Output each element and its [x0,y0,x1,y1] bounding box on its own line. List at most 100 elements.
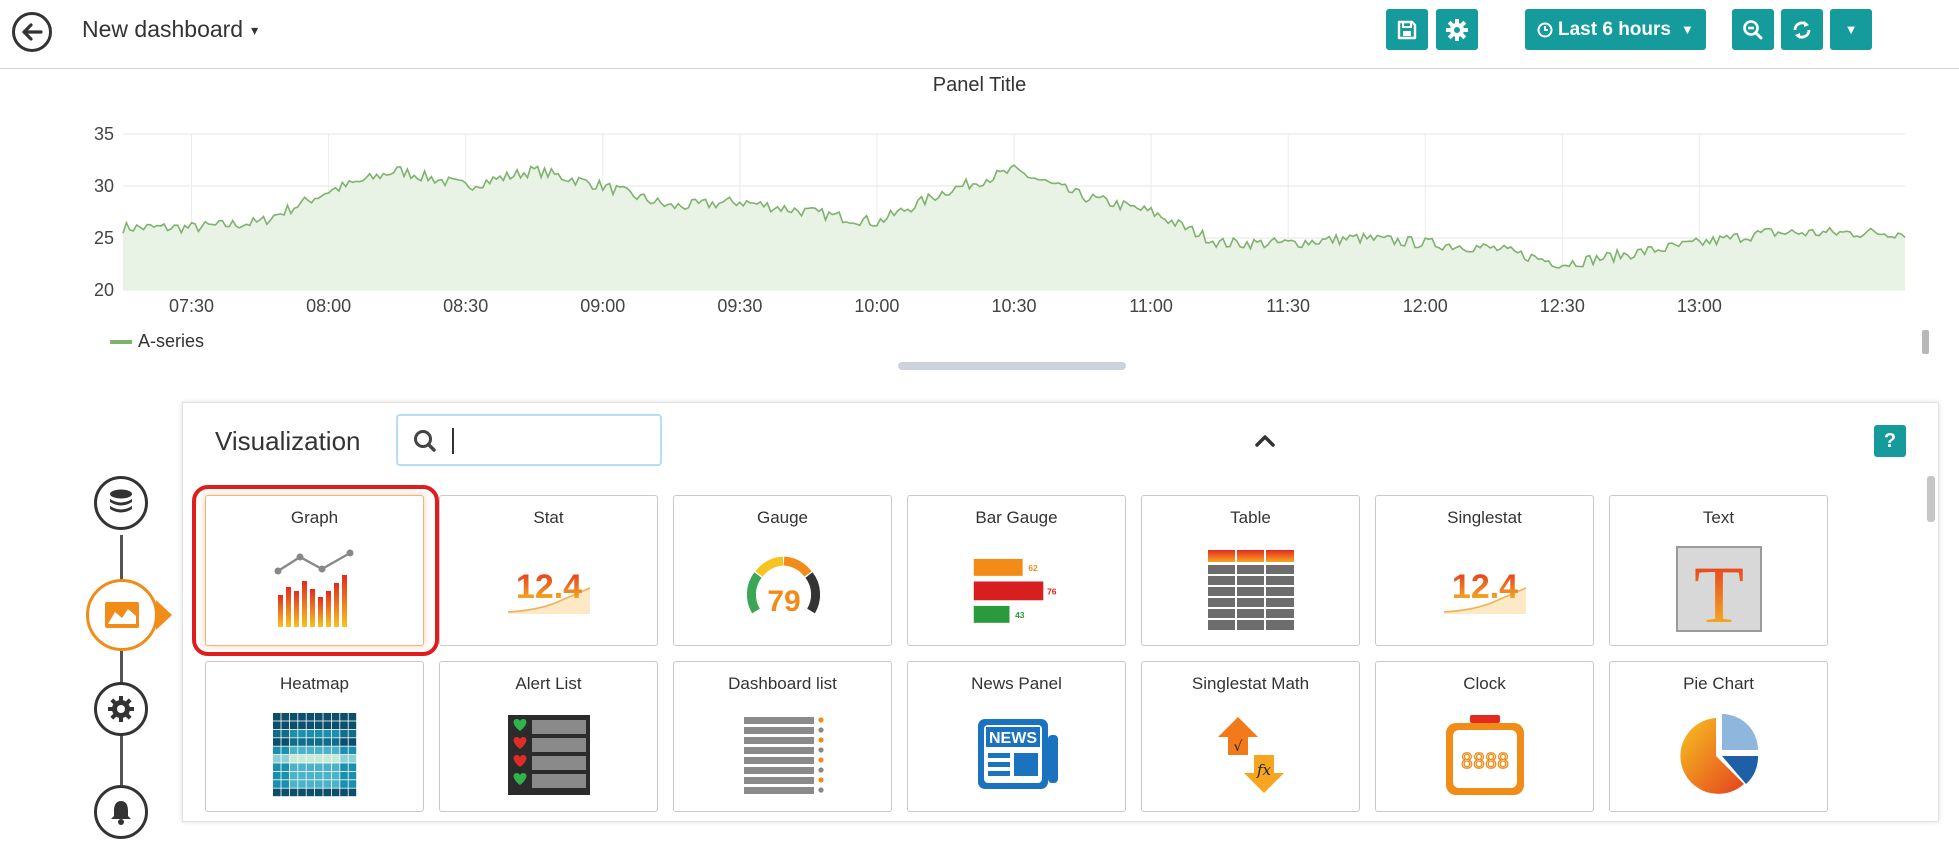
x-tick-label: 08:30 [443,296,488,316]
clock-icon [1537,22,1553,37]
heatmap-cell [306,729,314,738]
heatmap-cell [322,763,331,771]
x-tick-label: 08:00 [306,296,351,316]
y-tick-label: 25 [94,228,114,248]
table-viz-icon [1207,550,1294,630]
heatmap-cell [289,738,297,746]
viz-card-stat[interactable]: Stat 12.4 [439,495,658,646]
alert-step[interactable] [94,785,148,839]
help-button[interactable]: ? [1874,425,1906,457]
viz-card-label: Text [1702,508,1735,527]
x-tick-label: 12:30 [1540,296,1585,316]
function-glyph-icon: fx [1255,761,1271,779]
panel-resize-handle[interactable] [898,362,1126,370]
heatmap-cell [348,746,356,755]
heatmap-cell [322,780,331,788]
dashboard-title: New dashboard [82,16,244,42]
heatmap-cell [272,788,281,797]
viz-card-clock[interactable]: Clock 8888 [1375,661,1594,812]
dashboard-title-picker[interactable]: New dashboard ▾ [82,16,258,43]
legend-label: A-series [138,331,205,351]
viz-card-label: Clock [1463,674,1506,693]
viz-card-dashboard-list[interactable]: Dashboard list [673,661,892,812]
heatmap-cell [297,713,306,721]
heatmap-cell [289,771,297,780]
cogs-icon [108,696,134,722]
heatmap-cell [289,746,297,755]
time-series-graph[interactable]: 20 25 30 35 07:30 08:00 08:30 09:00 09:30 10:00 1… [0,100,1959,330]
heatmap-cell [306,755,314,763]
heatmap-cell [331,763,339,771]
viz-card-gauge[interactable]: Gauge 79 [673,495,892,646]
general-step[interactable] [94,682,148,736]
picker-scrollbar[interactable] [1927,476,1935,522]
caret-down-icon: ▼ [1844,22,1858,37]
heatmap-cell [348,763,356,771]
graph-legend[interactable]: A-series [110,331,204,352]
heatmap-cell [306,721,314,729]
stat-viz-icon: 12.4 [507,568,590,614]
heatmap-cell [314,746,323,755]
alert-list-viz-icon [507,715,590,795]
heatmap-cell [331,721,339,729]
bar-gauge-value: 76 [1047,587,1057,597]
stat-value: 12.4 [515,568,581,606]
back-button[interactable] [12,12,52,52]
heatmap-cell [272,738,281,746]
x-tick-label: 09:00 [580,296,625,316]
viz-card-label: Dashboard list [728,674,837,693]
x-tick-label: 07:30 [169,296,214,316]
page-scrollbar[interactable] [1922,330,1929,354]
heatmap-cell [339,746,348,755]
heatmap-cell [280,788,289,797]
news-badge: NEWS [989,730,1037,747]
heatmap-cell [297,746,306,755]
y-tick-label: 30 [94,176,114,196]
viz-card-label: Bar Gauge [975,508,1058,527]
viz-card-label: Gauge [756,508,809,527]
heatmap-cell [289,713,297,721]
heatmap-cell [272,763,281,771]
heatmap-cell [297,721,306,729]
heatmap-cell [280,780,289,788]
viz-card-bar-gauge[interactable]: Bar Gauge 62 76 43 [907,495,1126,646]
visualization-search-input[interactable] [450,426,654,456]
heatmap-cell [297,788,306,797]
viz-card-graph[interactable]: Graph [205,495,424,646]
zoom-out-icon [1743,19,1763,39]
collapse-picker-button[interactable] [1254,432,1276,453]
heatmap-cell [339,771,348,780]
arrow-left-icon [22,23,43,41]
viz-card-news-panel[interactable]: News Panel NEWS [907,661,1126,812]
settings-button[interactable] [1436,9,1478,50]
viz-card-label: News Panel [971,674,1062,693]
heatmap-cell [297,755,306,763]
heatmap-cell [339,738,348,746]
viz-card-singlestat-math[interactable]: Singlestat Math √ fx [1141,661,1360,812]
bar-gauge-value: 43 [1015,610,1025,620]
viz-card-text[interactable]: Text T [1609,495,1828,646]
heatmap-cell [322,729,331,738]
heatmap-cell [348,780,356,788]
viz-card-heatmap[interactable]: Heatmap [205,661,424,812]
refresh-button[interactable] [1781,9,1823,50]
refresh-interval-dropdown[interactable]: ▼ [1830,9,1872,50]
viz-card-alert-list[interactable]: Alert List [439,661,658,812]
viz-card-singlestat[interactable]: Singlestat 12.4 [1375,495,1594,646]
queries-step[interactable] [94,476,148,530]
viz-card-pie-chart[interactable]: Pie Chart [1609,661,1828,812]
heatmap-cell [306,746,314,755]
heatmap-cell [297,738,306,746]
heatmap-cell [331,771,339,780]
heatmap-cell [289,721,297,729]
zoom-out-button[interactable] [1732,9,1774,50]
text-glyph: T [1693,549,1743,632]
heatmap-cell [306,780,314,788]
heatmap-cell [348,771,356,780]
time-range-picker[interactable]: Last 6 hours ▼ [1525,9,1706,50]
visualization-search-box[interactable] [396,414,662,466]
viz-card-table[interactable]: Table [1141,495,1360,646]
visualization-step[interactable] [86,579,158,651]
heatmap-cell [348,738,356,746]
save-dashboard-button[interactable] [1386,9,1428,50]
